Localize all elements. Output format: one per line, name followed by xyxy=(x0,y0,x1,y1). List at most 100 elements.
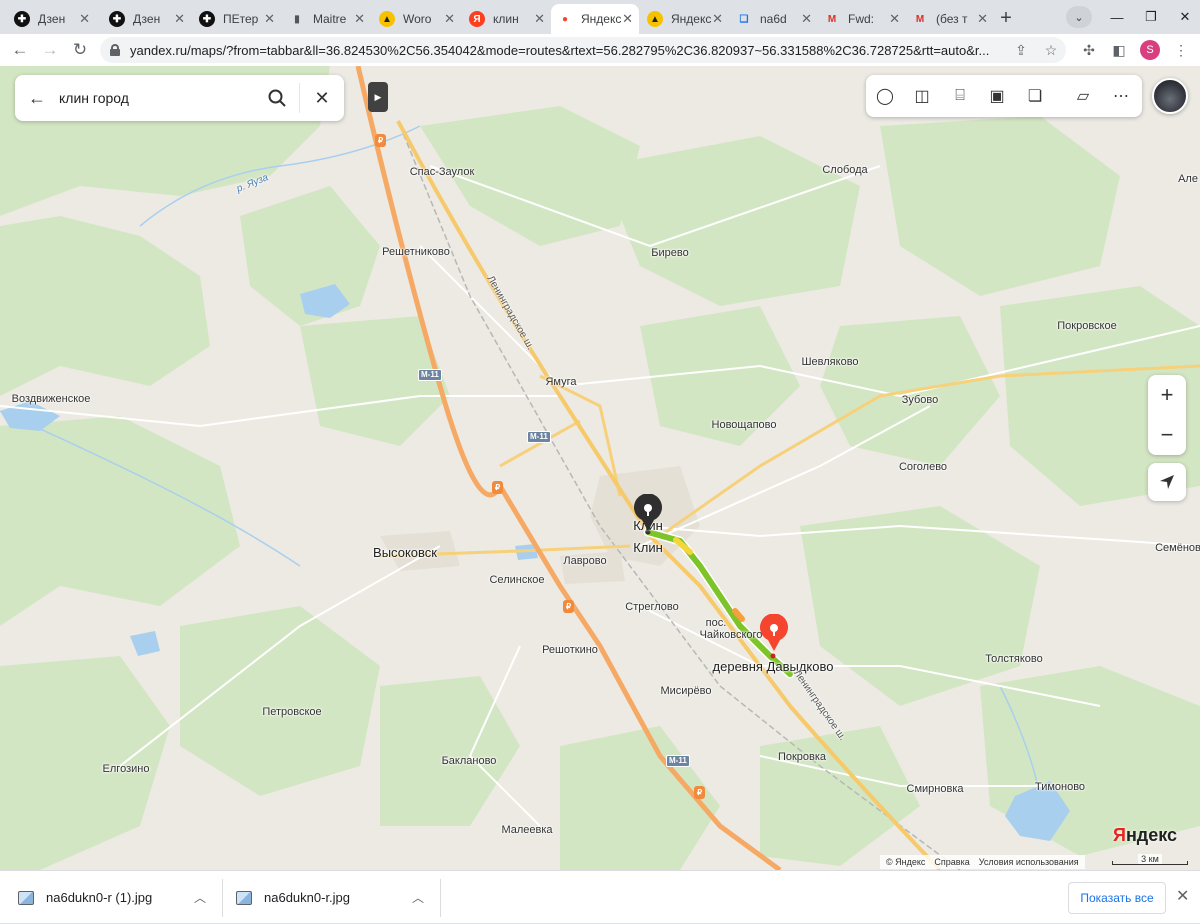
close-downloads-icon[interactable]: ✕ xyxy=(1176,886,1189,906)
help-link[interactable]: Справка xyxy=(934,857,969,867)
downloads-bar: na6dukn0-r (1).jpg ︿ na6dukn0-r.jpg ︿ По… xyxy=(0,870,1200,923)
restore-icon[interactable]: ❐ xyxy=(1134,0,1168,34)
lock-icon xyxy=(110,44,120,56)
chevron-up-icon[interactable]: ︿ xyxy=(412,889,424,906)
route-end-pin-icon[interactable] xyxy=(759,614,789,652)
panorama-icon[interactable]: ◫ xyxy=(909,83,935,109)
place-label: Решоткино xyxy=(542,644,598,656)
search-panel: ← ✕ xyxy=(15,75,344,121)
browser-tab[interactable]: ▲ Woro ✕ xyxy=(373,4,461,34)
back-arrow-icon[interactable]: ← xyxy=(15,75,59,121)
public-transport-icon[interactable]: ▣ xyxy=(984,83,1010,109)
browser-tab[interactable]: M (без т ✕ xyxy=(906,4,994,34)
close-tab-icon[interactable]: ✕ xyxy=(79,11,90,27)
browser-tab[interactable]: ❑ na6d ✕ xyxy=(730,4,818,34)
camera-icon[interactable]: ⌸ xyxy=(947,83,973,109)
new-tab-button[interactable]: + xyxy=(994,6,1018,30)
close-tab-icon[interactable]: ✕ xyxy=(889,11,900,27)
map-canvas[interactable]: Спас-Заулок Слобода Решетниково Бирево П… xyxy=(0,66,1200,870)
place-label: Шевляково xyxy=(801,356,859,368)
fuel-station-icon[interactable]: ₽ xyxy=(563,600,574,613)
route-start-pin-icon[interactable] xyxy=(633,494,663,532)
zen-icon: ✚ xyxy=(109,11,125,27)
browser-tab[interactable]: ● Яндекс ✕ xyxy=(551,4,639,34)
address-bar[interactable]: yandex.ru/maps/?from=tabbar&ll=36.824530… xyxy=(100,37,1066,63)
browser-tab[interactable]: ▮ Maitre ✕ xyxy=(283,4,371,34)
tab-title: (без т xyxy=(936,12,968,26)
browser-tab[interactable]: ✚ ПЕтер ✕ xyxy=(193,4,281,34)
close-tab-icon[interactable]: ✕ xyxy=(174,11,185,27)
place-label: Лаврово xyxy=(563,555,607,567)
search-icon[interactable] xyxy=(255,75,299,121)
zen-icon: ✚ xyxy=(199,11,215,27)
zoom-in-button[interactable]: + xyxy=(1148,375,1186,415)
close-tab-icon[interactable]: ✕ xyxy=(534,11,545,27)
fuel-station-icon[interactable]: ₽ xyxy=(375,134,386,147)
browser-tab[interactable]: M Fwd: ✕ xyxy=(818,4,906,34)
place-label: Але xyxy=(1178,173,1198,185)
close-tab-icon[interactable]: ✕ xyxy=(622,11,633,27)
browser-tab[interactable]: Яклин ✕ xyxy=(463,4,551,34)
tab-title: ПЕтер xyxy=(223,12,259,26)
close-tab-icon[interactable]: ✕ xyxy=(977,11,988,27)
route-start-label: Клин xyxy=(633,540,663,555)
terms-link[interactable]: Условия использования xyxy=(979,857,1079,867)
reload-icon[interactable]: ↻ xyxy=(68,38,92,62)
place-label: Чайковского xyxy=(699,629,763,641)
tab-title: na6d xyxy=(760,12,787,26)
scale-bar xyxy=(1112,861,1188,865)
close-tab-icon[interactable]: ✕ xyxy=(354,11,365,27)
bookmark-star-icon[interactable]: ☆ xyxy=(1040,39,1062,61)
chevron-up-icon[interactable]: ︿ xyxy=(194,889,206,906)
back-arrow-icon[interactable]: ← xyxy=(8,38,32,62)
show-all-downloads-button[interactable]: Показать все xyxy=(1068,882,1166,914)
close-tab-icon[interactable]: ✕ xyxy=(801,11,812,27)
search-input[interactable] xyxy=(59,90,255,106)
share-icon[interactable]: ⇪ xyxy=(1010,39,1032,61)
user-avatar[interactable] xyxy=(1152,78,1188,114)
collapse-panel-icon[interactable]: ▶ xyxy=(368,82,388,112)
browser-tab[interactable]: ✚ Дзен ✕ xyxy=(103,4,191,34)
close-window-icon[interactable]: ✕ xyxy=(1168,0,1200,34)
profile-avatar[interactable]: S xyxy=(1140,40,1160,60)
clear-search-icon[interactable]: ✕ xyxy=(300,75,344,121)
place-label: Ямуга xyxy=(545,376,577,388)
map-layers-toolbar: ◯ ◫ ⌸ ▣ ❏ ▱ ⋯ xyxy=(866,75,1142,117)
download-item[interactable]: na6dukn0-r (1).jpg ︿ xyxy=(18,871,218,924)
place-label: Стреглово xyxy=(625,601,679,613)
gmail-icon: M xyxy=(827,13,837,25)
download-item[interactable]: na6dukn0-r.jpg ︿ xyxy=(236,871,436,924)
browser-menu-icon[interactable]: ⋮ xyxy=(1170,39,1192,61)
minimize-icon[interactable]: — xyxy=(1100,0,1134,34)
address-url[interactable]: yandex.ru/maps/?from=tabbar&ll=36.824530… xyxy=(130,43,1010,58)
ruler-icon[interactable]: ▱ xyxy=(1070,83,1096,109)
map-pin-icon: ● xyxy=(561,13,569,25)
place-label-city: Высоковск xyxy=(373,545,437,560)
tab-title: Woro xyxy=(403,12,432,26)
my-location-icon[interactable] xyxy=(1148,463,1186,501)
zoom-out-button[interactable]: − xyxy=(1148,415,1186,455)
extensions-puzzle-icon[interactable]: ✣ xyxy=(1078,39,1100,61)
place-label: Бирево xyxy=(651,247,689,259)
place-label: Семёнов xyxy=(1155,542,1200,554)
browser-tab[interactable]: ▲ Яндекс ✕ xyxy=(641,4,729,34)
map-layers-icon[interactable]: ❏ xyxy=(1022,83,1048,109)
close-tab-icon[interactable]: ✕ xyxy=(444,11,455,27)
place-label: Елгозино xyxy=(102,763,150,775)
place-label: Новощапово xyxy=(711,419,777,431)
forward-arrow-icon[interactable]: → xyxy=(38,38,62,62)
download-filename: na6dukn0-r (1).jpg xyxy=(46,890,153,905)
side-panel-icon[interactable]: ◧ xyxy=(1108,39,1130,61)
traffic-layer-icon[interactable]: ◯ xyxy=(872,83,898,109)
close-tab-icon[interactable]: ✕ xyxy=(712,11,723,27)
browser-tab-strip: ✚ Дзен ✕ ✚ Дзен ✕ ✚ ПЕтер ✕ ▮ Maitre ✕ ▲ Woro ✕ Яклин ✕ ●… xyxy=(0,0,1200,34)
map-copyright-bar: © Яндекс Справка Условия использования xyxy=(880,855,1085,869)
fuel-station-icon[interactable]: ₽ xyxy=(694,786,705,799)
fuel-station-icon[interactable]: ₽ xyxy=(492,481,503,494)
browser-tab[interactable]: ✚ Дзен ✕ xyxy=(8,4,96,34)
place-label: Воздвиженское xyxy=(11,393,91,405)
close-tab-icon[interactable]: ✕ xyxy=(264,11,275,27)
tab-search-chevron-icon[interactable]: ⌄ xyxy=(1066,6,1092,28)
more-options-icon[interactable]: ⋯ xyxy=(1108,83,1134,109)
image-icon: ▲ xyxy=(647,11,663,27)
